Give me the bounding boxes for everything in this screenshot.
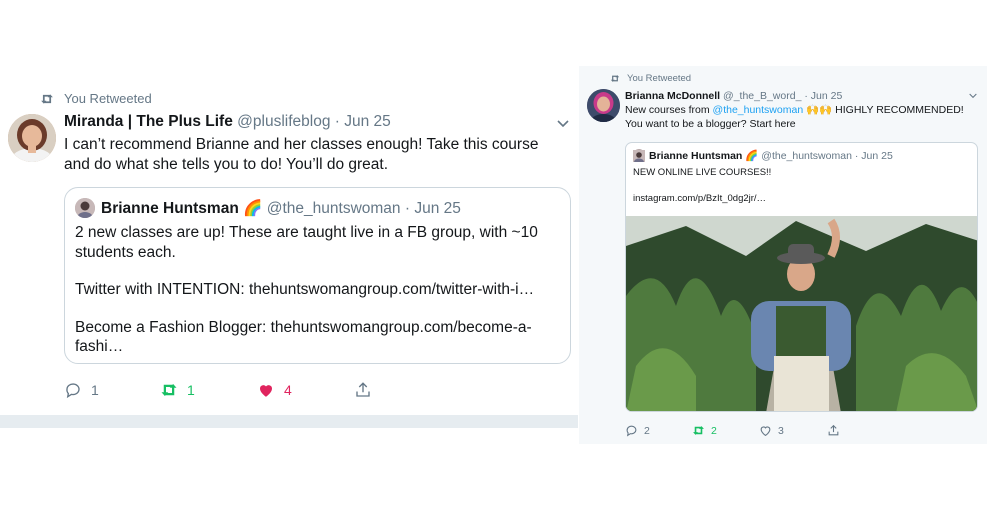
retweet-count: 2 [711, 424, 717, 437]
quoted-text: NEW ONLINE LIVE COURSES!! instagram.com/… [633, 166, 968, 205]
share-button[interactable] [827, 424, 840, 437]
quoted-author-handle: @the_huntswoman [266, 200, 401, 217]
author-avatar[interactable] [587, 89, 620, 122]
tweet-text: New courses from @the_huntswoman 🙌🙌 HIGH… [625, 104, 980, 131]
tweet-miranda[interactable]: You Retweeted Miranda | The Plus Life @p… [0, 84, 578, 416]
rainbow-emoji: 🌈 [243, 200, 263, 217]
tweet-header: Brianna McDonnell @_the_B_word_ · Jun 25 [625, 90, 842, 102]
heart-icon [260, 385, 272, 397]
quoted-author-handle: @the_huntswoman [761, 150, 852, 162]
chevron-down-icon[interactable] [557, 120, 569, 128]
retweet-banner-text: You Retweeted [64, 91, 152, 106]
retweet-banner: You Retweeted [40, 91, 152, 106]
author-avatar[interactable] [8, 114, 56, 162]
like-button[interactable]: 3 [759, 424, 784, 437]
page-background-strip [0, 416, 578, 428]
tweet-text-start: New courses from [625, 104, 713, 116]
quoted-author-name: Brianne Huntsman [649, 150, 743, 162]
tweet-date[interactable]: Jun 25 [811, 90, 843, 102]
share-icon [356, 382, 370, 397]
retweet-banner: You Retweeted [610, 73, 691, 84]
heart-icon [760, 426, 771, 437]
quoted-photo[interactable] [626, 216, 977, 411]
retweet-icon [693, 426, 704, 435]
tweet-date[interactable]: Jun 25 [344, 113, 391, 130]
quoted-line: Become a Fashion Blogger: thehuntswomang… [75, 318, 532, 356]
quoted-line: 2 new classes are up! These are taught l… [75, 224, 538, 261]
quoted-author-avatar [75, 198, 95, 218]
header-separator: · [404, 200, 411, 217]
quoted-link[interactable]: instagram.com/p/BzIt_0dg2jr/… [633, 192, 968, 205]
tweet-brianna[interactable]: You Retweeted Brianna McDonnell @_the_B_… [579, 66, 987, 444]
author-name[interactable]: Miranda | The Plus Life [64, 113, 233, 130]
header-separator: · [804, 90, 808, 102]
share-button[interactable] [354, 381, 372, 399]
retweet-icon [161, 384, 177, 396]
like-count: 3 [778, 424, 784, 437]
raised-hands-emoji: 🙌🙌 [806, 104, 833, 116]
tweet-text: I can’t recommend Brianne and her classe… [64, 136, 539, 173]
reply-count: 2 [644, 424, 650, 437]
retweet-count: 1 [187, 382, 195, 398]
author-name[interactable]: Brianna McDonnell [625, 90, 720, 102]
rainbow-emoji: 🌈 [745, 150, 759, 162]
retweet-icon [41, 93, 53, 104]
retweet-banner-text: You Retweeted [627, 73, 692, 84]
reply-icon [626, 425, 637, 437]
quoted-author-avatar [633, 149, 645, 166]
quoted-tweet[interactable]: Brianne Huntsman 🌈 @the_huntswoman · Jun… [64, 187, 571, 364]
chevron-down-icon[interactable] [969, 93, 977, 99]
quoted-date: Jun 25 [414, 200, 461, 217]
reply-count: 1 [91, 382, 99, 398]
quoted-line: NEW ONLINE LIVE COURSES!! [633, 167, 772, 178]
author-handle[interactable]: @pluslifeblog [237, 113, 330, 130]
reply-button[interactable]: 1 [64, 381, 99, 399]
reply-icon [66, 383, 80, 399]
quoted-header: Brianne Huntsman 🌈 @the_huntswoman · Jun… [101, 199, 461, 218]
header-separator: · [854, 150, 859, 162]
like-button[interactable]: 4 [257, 381, 292, 399]
quoted-author-name: Brianne Huntsman [101, 200, 239, 217]
mention-link[interactable]: @the_huntswoman [713, 104, 804, 116]
share-icon [828, 424, 839, 436]
reply-button[interactable]: 2 [625, 424, 650, 437]
retweet-button[interactable]: 1 [160, 381, 195, 399]
tweet-actions: 2 2 3 [625, 424, 855, 438]
retweet-icon [610, 75, 620, 82]
quoted-line: Twitter with INTENTION: thehuntswomangro… [75, 281, 535, 298]
retweet-button[interactable]: 2 [692, 424, 717, 437]
author-handle[interactable]: @_the_B_word_ [723, 90, 801, 102]
like-count: 4 [284, 382, 292, 398]
quoted-tweet[interactable]: Brianne Huntsman 🌈 @the_huntswoman · Jun… [625, 142, 978, 412]
quoted-text: 2 new classes are up! These are taught l… [75, 223, 560, 357]
tweet-actions: 1 1 4 [64, 381, 384, 401]
tweet-header: Miranda | The Plus Life @pluslifeblog · … [64, 113, 391, 131]
header-separator: · [334, 113, 340, 130]
quoted-date: Jun 25 [861, 150, 893, 162]
quoted-header: Brianne Huntsman 🌈 @the_huntswoman · Jun… [649, 149, 893, 162]
